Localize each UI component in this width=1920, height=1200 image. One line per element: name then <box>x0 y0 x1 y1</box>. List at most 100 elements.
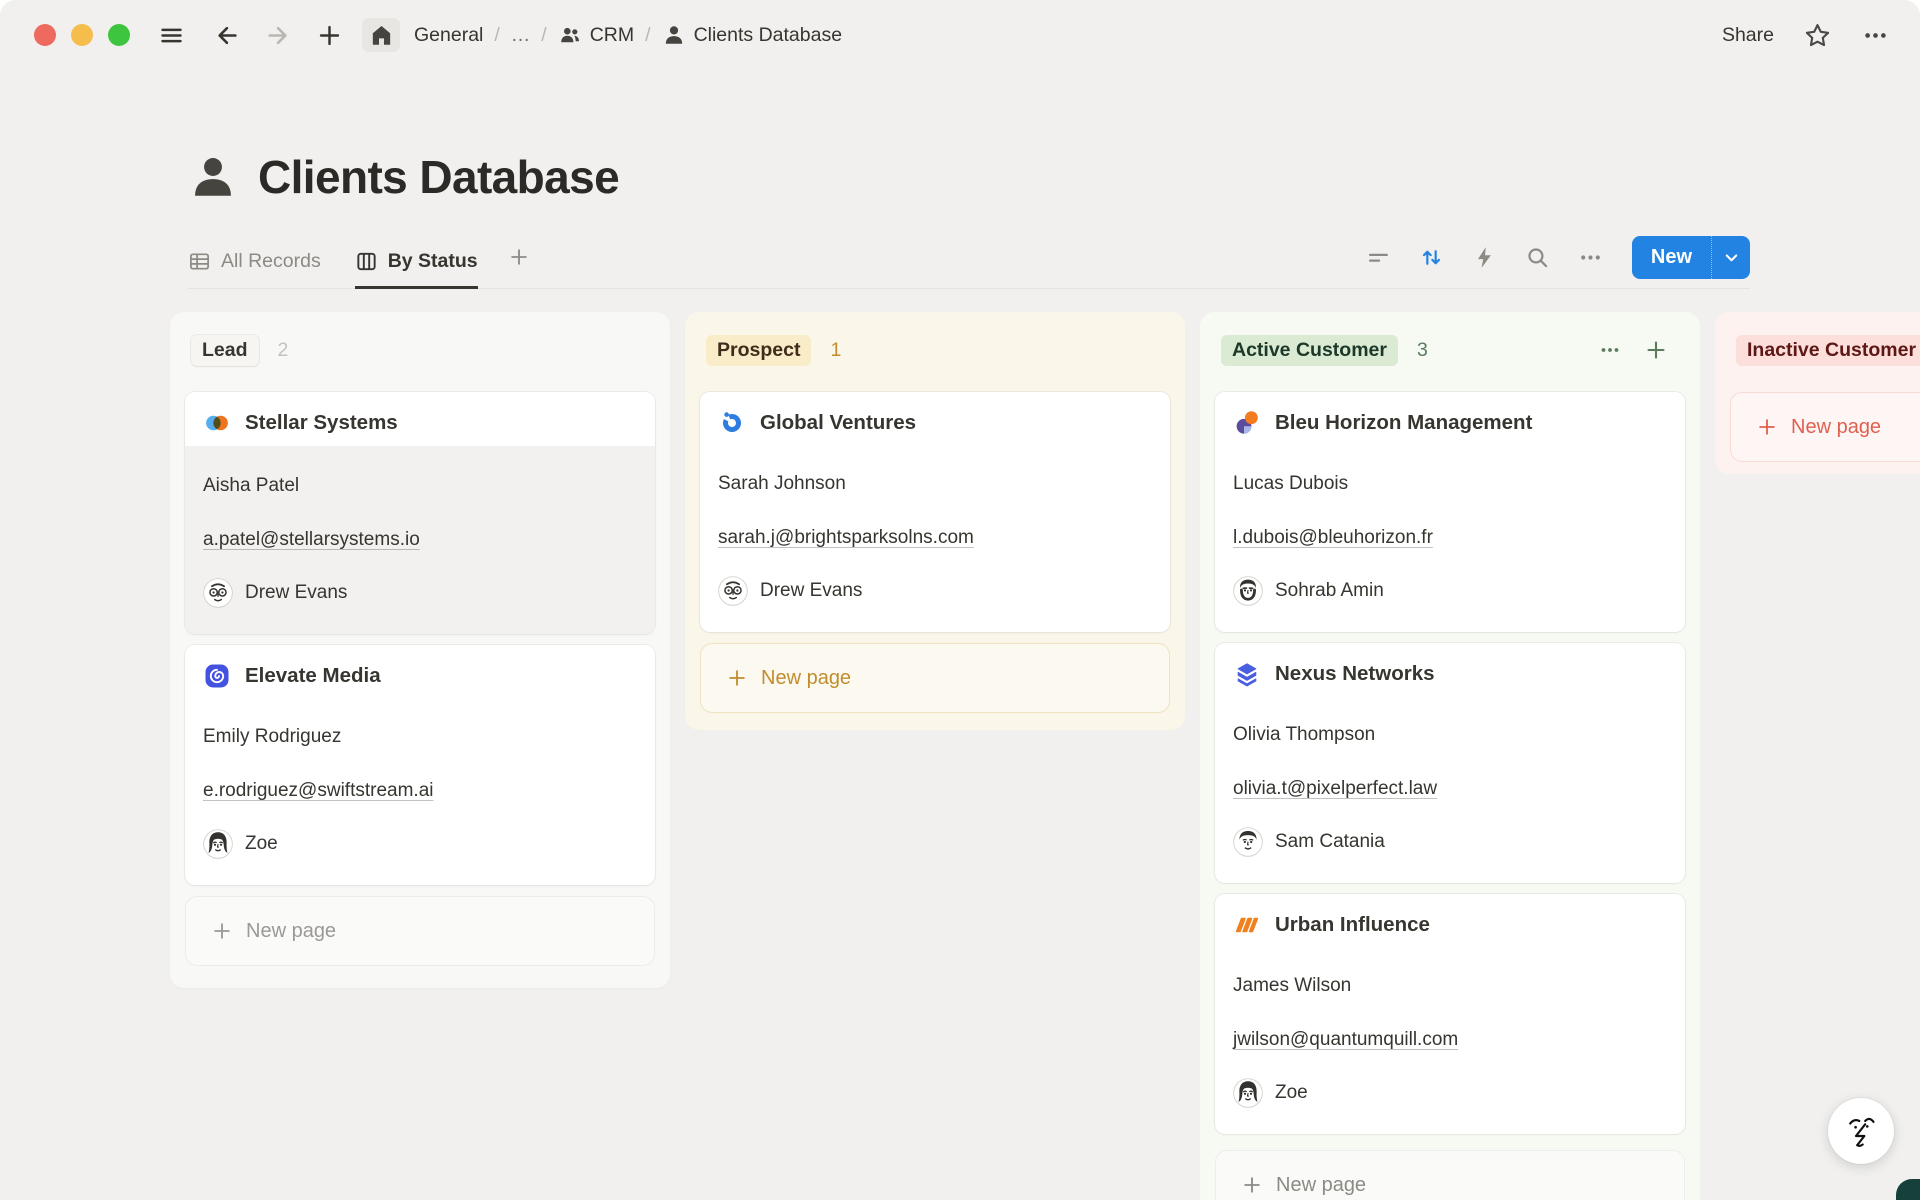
column-lead: Lead 2 Stellar Systems Aisha Patel a.pat… <box>170 312 670 988</box>
new-page-button-active[interactable]: New page <box>1215 1150 1685 1200</box>
contact-name: Sarah Johnson <box>718 470 1152 498</box>
assigned-person: Drew Evans <box>203 578 637 608</box>
plus-icon <box>1756 416 1778 438</box>
contact-email: sarah.j@brightsparksolns.com <box>718 524 1152 552</box>
column-header: Inactive Customer <box>1730 332 1920 368</box>
home-icon[interactable] <box>362 18 400 52</box>
table-icon <box>188 250 211 273</box>
sidebar-menu-icon[interactable] <box>156 20 186 50</box>
assigned-person: Sam Catania <box>1233 827 1667 857</box>
window-titlebar: General / … / CRM / Clients Database Sha… <box>0 0 1920 70</box>
avatar-man-beard <box>1233 576 1263 606</box>
contact-email: e.rodriguez@swiftstream.ai <box>203 777 637 805</box>
column-more-icon[interactable] <box>1597 337 1623 363</box>
tab-all-records[interactable]: All Records <box>188 250 321 289</box>
search-icon[interactable] <box>1524 244 1552 272</box>
contact-email: jwilson@quantumquill.com <box>1233 1026 1667 1054</box>
breadcrumb-current-page[interactable]: Clients Database <box>662 23 843 47</box>
person-name: Zoe <box>245 830 278 858</box>
column-add-icon[interactable] <box>1643 337 1669 363</box>
client-card-bleu-horizon[interactable]: Bleu Horizon Management Lucas Dubois l.d… <box>1215 392 1685 632</box>
client-card-stellar-systems[interactable]: Stellar Systems Aisha Patel a.patel@stel… <box>185 392 655 634</box>
zoom-window-button[interactable] <box>108 24 130 46</box>
close-window-button[interactable] <box>34 24 56 46</box>
assigned-person: Drew Evans <box>718 576 1152 606</box>
minimize-window-button[interactable] <box>71 24 93 46</box>
plus-icon <box>211 920 233 942</box>
page-title[interactable]: Clients Database <box>258 150 619 204</box>
filter-icon[interactable] <box>1365 244 1393 272</box>
assigned-person: Sohrab Amin <box>1233 576 1667 606</box>
status-chip-inactive-customer[interactable]: Inactive Customer <box>1736 335 1920 366</box>
view-more-icon[interactable] <box>1577 244 1605 272</box>
tab-by-status[interactable]: By Status <box>355 250 478 289</box>
orange-stripes-logo-icon <box>1233 911 1261 939</box>
sort-icon[interactable] <box>1418 244 1446 272</box>
card-title: Nexus Networks <box>1275 662 1435 686</box>
column-header: Active Customer 3 <box>1215 332 1685 368</box>
person-name: Drew Evans <box>245 579 347 607</box>
status-chip-lead[interactable]: Lead <box>191 335 259 366</box>
column-header: Prospect 1 <box>700 332 1170 368</box>
add-view-icon[interactable] <box>508 246 530 288</box>
card-title: Stellar Systems <box>245 411 398 435</box>
new-page-button-lead[interactable]: New page <box>185 896 655 966</box>
column-inactive-customer: Inactive Customer New page <box>1715 312 1920 474</box>
breadcrumb: General / … / CRM / Clients Database <box>414 23 842 47</box>
view-tabs: All Records By Status <box>188 250 478 288</box>
client-card-nexus-networks[interactable]: Nexus Networks Olivia Thompson olivia.t@… <box>1215 643 1685 883</box>
breadcrumb-separator: / <box>645 24 650 47</box>
client-card-global-ventures[interactable]: Global Ventures Sarah Johnson sarah.j@br… <box>700 392 1170 632</box>
share-button[interactable]: Share <box>1722 24 1774 47</box>
column-count: 1 <box>830 339 841 362</box>
contact-name: Olivia Thompson <box>1233 721 1667 749</box>
blue-ring-logo-icon <box>718 409 746 437</box>
contact-email: l.dubois@bleuhorizon.fr <box>1233 524 1667 552</box>
column-count: 3 <box>1417 339 1428 362</box>
new-button-label[interactable]: New <box>1632 236 1711 279</box>
breadcrumb-collapsed[interactable]: … <box>511 24 531 47</box>
favorite-star-icon[interactable] <box>1802 20 1832 50</box>
person-icon <box>662 23 686 47</box>
back-icon[interactable] <box>212 20 242 50</box>
new-page-button-prospect[interactable]: New page <box>700 643 1170 713</box>
card-title: Urban Influence <box>1275 913 1430 937</box>
column-header-actions <box>1597 337 1669 363</box>
contact-name: James Wilson <box>1233 972 1667 1000</box>
avatar-man-short-hair <box>1233 827 1263 857</box>
person-name: Sam Catania <box>1275 828 1385 856</box>
avatar-man-glasses <box>203 578 233 608</box>
contact-email: a.patel@stellarsystems.io <box>203 526 637 554</box>
titlebar-actions: Share <box>1722 20 1890 50</box>
breadcrumb-separator: / <box>494 24 499 47</box>
contact-email: olivia.t@pixelperfect.law <box>1233 775 1667 803</box>
page-person-icon <box>188 152 238 202</box>
new-page-button-inactive[interactable]: New page <box>1730 392 1920 462</box>
column-header: Lead 2 <box>185 332 655 368</box>
new-button-dropdown[interactable] <box>1711 236 1750 279</box>
status-chip-active-customer[interactable]: Active Customer <box>1221 335 1398 366</box>
board-icon <box>355 250 378 273</box>
face-icon <box>1841 1111 1881 1151</box>
assistant-face-button[interactable] <box>1828 1098 1894 1164</box>
forward-icon[interactable] <box>262 20 292 50</box>
contact-name: Emily Rodriguez <box>203 723 637 751</box>
status-chip-prospect[interactable]: Prospect <box>706 335 811 366</box>
client-card-elevate-media[interactable]: Elevate Media Emily Rodriguez e.rodrigue… <box>185 645 655 885</box>
app-window: General / … / CRM / Clients Database Sha… <box>0 0 1920 1200</box>
client-card-urban-influence[interactable]: Urban Influence James Wilson jwilson@qua… <box>1215 894 1685 1134</box>
plus-icon <box>1241 1174 1263 1196</box>
breadcrumb-crm[interactable]: CRM <box>558 23 634 47</box>
assigned-person: Zoe <box>1233 1078 1667 1108</box>
person-name: Sohrab Amin <box>1275 577 1384 605</box>
person-name: Drew Evans <box>760 577 862 605</box>
person-name: Zoe <box>1275 1079 1308 1107</box>
breadcrumb-workspace[interactable]: General <box>414 24 483 47</box>
kanban-board: Lead 2 Stellar Systems Aisha Patel a.pat… <box>170 312 1920 1200</box>
new-tab-icon[interactable] <box>314 20 344 50</box>
page-more-icon[interactable] <box>1860 20 1890 50</box>
lightning-icon[interactable] <box>1471 244 1499 272</box>
traffic-lights <box>34 24 130 46</box>
new-record-button[interactable]: New <box>1632 236 1750 279</box>
blue-spiral-logo-icon <box>203 662 231 690</box>
